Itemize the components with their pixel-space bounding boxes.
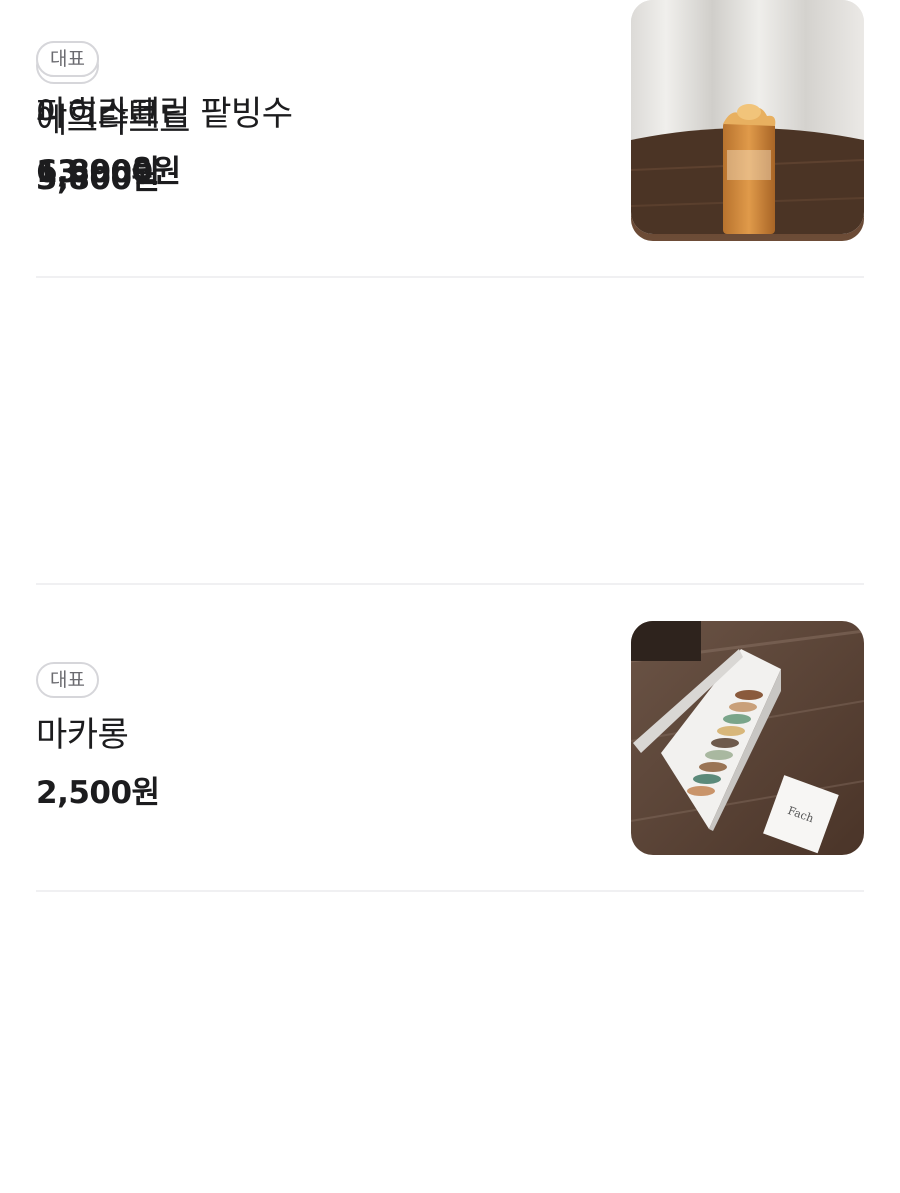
signature-badge: 대표 [36,662,99,698]
menu-item-name: 마카롱 [36,715,129,755]
divider [36,890,864,892]
divider [36,276,864,278]
menu-list: 대표 에그타르트 3,800원 [0,0,900,1193]
latte-photo[interactable] [631,0,864,234]
menu-item-price: 2,500원 [36,775,160,811]
macaron-box-photo[interactable]: Fach [631,621,864,855]
menu-item-price: 6,800원 [36,154,160,190]
divider [36,583,864,585]
menu-item-name: 파흐라떼 [36,94,160,134]
menu-item-macaron[interactable]: 대표 마카롱 2,500원 Fach [36,621,864,855]
menu-item-latte[interactable]: 대표 파흐라떼 6,800원 [36,0,864,234]
signature-badge: 대표 [36,41,99,77]
